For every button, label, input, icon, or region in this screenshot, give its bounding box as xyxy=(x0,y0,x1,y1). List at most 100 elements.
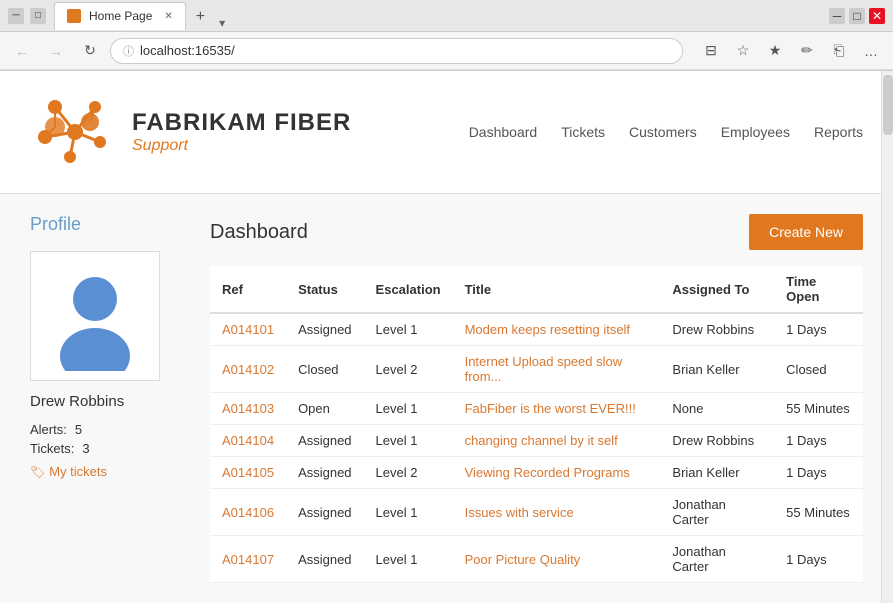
collections-icon[interactable]: ★ xyxy=(761,37,789,65)
col-title: Title xyxy=(453,266,661,313)
cell-assigned: Jonathan Carter xyxy=(660,536,774,583)
ref-link[interactable]: A014106 xyxy=(222,505,274,520)
scrollbar[interactable] xyxy=(881,71,893,603)
minimize-icon[interactable]: ─ xyxy=(8,8,24,24)
favorites-icon[interactable]: ☆ xyxy=(729,37,757,65)
title-bar: ─ □ Home Page ✕ + ▾ ─ □ ✕ xyxy=(0,0,893,32)
cell-ref: A014105 xyxy=(210,457,286,489)
my-tickets-link[interactable]: 🏷 My tickets xyxy=(30,464,190,479)
cell-assigned: None xyxy=(660,393,774,425)
my-tickets-label: My tickets xyxy=(49,464,107,479)
cell-ref: A014107 xyxy=(210,536,286,583)
cell-status: Open xyxy=(286,393,363,425)
tickets-label: Tickets: xyxy=(30,441,74,456)
cell-escalation: Level 2 xyxy=(364,457,453,489)
sidebar: Profile Drew Robbins Alerts: 5 Tickets: … xyxy=(30,214,190,583)
nav-customers[interactable]: Customers xyxy=(629,124,697,140)
col-status: Status xyxy=(286,266,363,313)
ref-link[interactable]: A014103 xyxy=(222,401,274,416)
cell-time: 55 Minutes xyxy=(774,393,863,425)
active-tab[interactable]: Home Page ✕ xyxy=(54,2,186,30)
ref-link[interactable]: A014107 xyxy=(222,552,274,567)
url-text: localhost:16535/ xyxy=(140,43,235,58)
forward-button[interactable]: → xyxy=(42,37,70,65)
title-link[interactable]: Issues with service xyxy=(465,505,574,520)
table-header: Ref Status Escalation Title Assigned To … xyxy=(210,266,863,313)
cell-assigned: Drew Robbins xyxy=(660,425,774,457)
cell-time: Closed xyxy=(774,346,863,393)
ref-link[interactable]: A014104 xyxy=(222,433,274,448)
scroll-thumb[interactable] xyxy=(883,75,893,135)
logo-image xyxy=(30,87,120,177)
cell-escalation: Level 1 xyxy=(364,536,453,583)
reader-view-icon[interactable]: ⊟ xyxy=(697,37,725,65)
cell-ref: A014106 xyxy=(210,489,286,536)
cell-ref: A014101 xyxy=(210,313,286,346)
title-link[interactable]: Poor Picture Quality xyxy=(465,552,581,567)
title-link[interactable]: FabFiber is the worst EVER!!! xyxy=(465,401,636,416)
title-bar-controls: ─ □ xyxy=(8,8,46,24)
table-row: A014103 Open Level 1 FabFiber is the wor… xyxy=(210,393,863,425)
new-tab-button[interactable]: + xyxy=(188,4,213,30)
title-link[interactable]: Internet Upload speed slow from... xyxy=(465,354,623,384)
window-minimize-btn[interactable]: ─ xyxy=(829,8,845,24)
cell-escalation: Level 1 xyxy=(364,489,453,536)
site-header: FABRIKAM FIBER Support Dashboard Tickets… xyxy=(0,71,893,194)
cell-status: Closed xyxy=(286,346,363,393)
main-content: Profile Drew Robbins Alerts: 5 Tickets: … xyxy=(0,194,893,603)
nav-dashboard[interactable]: Dashboard xyxy=(469,124,538,140)
col-time: Time Open xyxy=(774,266,863,313)
cell-ref: A014103 xyxy=(210,393,286,425)
cell-escalation: Level 2 xyxy=(364,346,453,393)
tab-close-icon[interactable]: ✕ xyxy=(164,11,172,22)
title-link[interactable]: changing channel by it self xyxy=(465,433,618,448)
ref-link[interactable]: A014102 xyxy=(222,362,274,377)
back-button[interactable]: ← xyxy=(8,37,36,65)
cell-title: Modem keeps resetting itself xyxy=(453,313,661,346)
col-ref: Ref xyxy=(210,266,286,313)
table-row: A014105 Assigned Level 2 Viewing Recorde… xyxy=(210,457,863,489)
page-wrapper: FABRIKAM FIBER Support Dashboard Tickets… xyxy=(0,71,893,603)
cell-ref: A014102 xyxy=(210,346,286,393)
alerts-value: 5 xyxy=(75,422,82,437)
cell-time: 1 Days xyxy=(774,457,863,489)
cell-title: Viewing Recorded Programs xyxy=(453,457,661,489)
table-row: A014107 Assigned Level 1 Poor Picture Qu… xyxy=(210,536,863,583)
tab-dropdown-icon[interactable]: ▾ xyxy=(219,16,225,30)
brand-name: FABRIKAM FIBER xyxy=(132,109,351,137)
user-name: Drew Robbins xyxy=(30,393,190,410)
dashboard-area: Dashboard Create New Ref Status Escalati… xyxy=(210,214,863,583)
nav-employees[interactable]: Employees xyxy=(721,124,790,140)
window-restore-btn[interactable]: □ xyxy=(849,8,865,24)
url-input[interactable]: ⓘ localhost:16535/ xyxy=(110,38,683,64)
title-link[interactable]: Modem keeps resetting itself xyxy=(465,322,630,337)
logo-area: FABRIKAM FIBER Support xyxy=(30,87,351,177)
pen-icon[interactable]: ✏ xyxy=(793,37,821,65)
security-icon: ⓘ xyxy=(123,43,134,59)
window-close-btn[interactable]: ✕ xyxy=(869,8,885,24)
window-controls: ─ □ ✕ xyxy=(829,8,885,24)
cell-escalation: Level 1 xyxy=(364,313,453,346)
ref-link[interactable]: A014105 xyxy=(222,465,274,480)
cell-status: Assigned xyxy=(286,313,363,346)
restore-icon[interactable]: □ xyxy=(30,8,46,24)
share-icon[interactable]: ⎗ xyxy=(825,37,853,65)
page-content: FABRIKAM FIBER Support Dashboard Tickets… xyxy=(0,71,893,603)
avatar-box xyxy=(30,251,160,381)
nav-reports[interactable]: Reports xyxy=(814,124,863,140)
refresh-button[interactable]: ↻ xyxy=(76,37,104,65)
nav-tickets[interactable]: Tickets xyxy=(561,124,605,140)
cell-status: Assigned xyxy=(286,457,363,489)
cell-title: Poor Picture Quality xyxy=(453,536,661,583)
cell-time: 1 Days xyxy=(774,425,863,457)
tickets-row: Tickets: 3 xyxy=(30,441,190,456)
create-new-button[interactable]: Create New xyxy=(749,214,863,250)
menu-icon[interactable]: … xyxy=(857,37,885,65)
table-row: A014106 Assigned Level 1 Issues with ser… xyxy=(210,489,863,536)
brand-sub: Support xyxy=(132,137,351,155)
tag-icon: 🏷 xyxy=(30,465,45,479)
dashboard-header: Dashboard Create New xyxy=(210,214,863,250)
ref-link[interactable]: A014101 xyxy=(222,322,274,337)
title-link[interactable]: Viewing Recorded Programs xyxy=(465,465,630,480)
toolbar-icons: ⊟ ☆ ★ ✏ ⎗ … xyxy=(697,37,885,65)
